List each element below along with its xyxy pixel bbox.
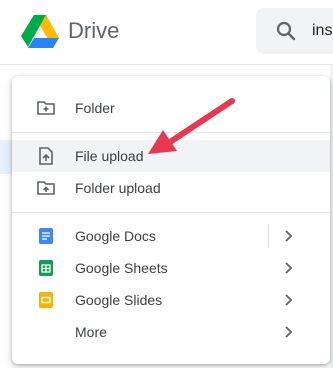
new-folder-icon <box>37 101 55 115</box>
search-box[interactable]: ins <box>256 8 333 54</box>
menu-item-file-upload[interactable]: File upload <box>12 140 330 172</box>
menu-label-file-upload: File upload <box>75 148 144 164</box>
menu-item-google-docs[interactable]: Google Docs <box>12 220 330 252</box>
app-title: Drive <box>68 18 120 43</box>
selected-nav-highlight <box>0 140 12 174</box>
folder-upload-icon <box>37 181 55 195</box>
search-icon[interactable] <box>274 19 298 43</box>
chevron-right-icon[interactable] <box>280 228 296 244</box>
drive-logo-icon[interactable] <box>20 14 60 50</box>
menu-label-more: More <box>75 324 107 340</box>
new-item-menu: Folder File upload Folder upload Google … <box>12 76 330 364</box>
menu-divider <box>12 132 330 133</box>
chevron-right-icon[interactable] <box>280 292 296 308</box>
menu-item-folder[interactable]: Folder <box>12 92 330 124</box>
menu-divider <box>12 212 330 213</box>
file-upload-icon <box>39 147 53 165</box>
chevron-right-icon[interactable] <box>280 260 296 276</box>
menu-item-google-slides[interactable]: Google Slides <box>12 284 330 316</box>
google-sheets-icon <box>39 260 53 276</box>
menu-label-google-docs: Google Docs <box>75 228 156 244</box>
app-header: Drive ins <box>0 0 333 64</box>
search-input[interactable]: ins <box>312 21 332 41</box>
chevron-right-icon[interactable] <box>280 324 296 340</box>
menu-label-folder: Folder <box>75 100 115 116</box>
menu-label-google-sheets: Google Sheets <box>75 260 168 276</box>
google-docs-icon <box>39 228 53 244</box>
menu-label-google-slides: Google Slides <box>75 292 163 308</box>
menu-label-folder-upload: Folder upload <box>75 180 161 196</box>
menu-item-folder-upload[interactable]: Folder upload <box>12 172 330 204</box>
menu-item-more[interactable]: More <box>12 316 330 348</box>
header-divider <box>0 64 333 65</box>
submenu-separator <box>268 224 269 248</box>
menu-item-google-sheets[interactable]: Google Sheets <box>12 252 330 284</box>
google-slides-icon <box>39 292 53 308</box>
